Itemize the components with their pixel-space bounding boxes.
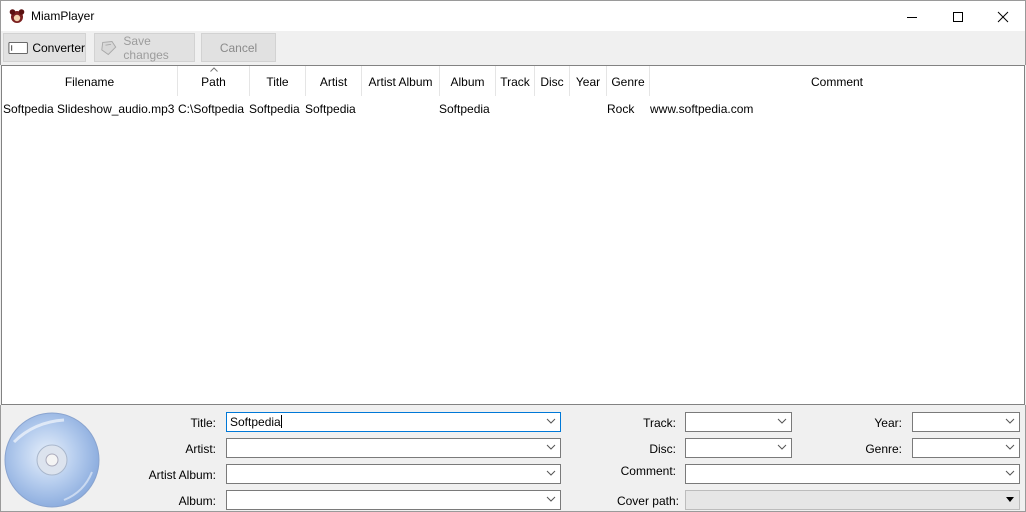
converter-button[interactable]: Converter	[3, 33, 86, 62]
album-label: Album:	[178, 494, 216, 508]
title-label: Title:	[190, 416, 216, 430]
album-combo[interactable]	[226, 490, 561, 510]
chevron-down-icon	[777, 418, 787, 424]
artist-album-label: Artist Album:	[148, 468, 216, 482]
window-title: MiamPlayer	[31, 9, 95, 23]
cell-filename: Softpedia Slideshow_audio.mp3	[3, 102, 175, 116]
genre-label: Genre:	[865, 442, 902, 456]
converter-icon	[8, 41, 28, 54]
maximize-button[interactable]	[935, 1, 981, 32]
cell-comment: www.softpedia.com	[650, 102, 754, 116]
chevron-down-icon	[546, 470, 556, 476]
maximize-icon	[953, 11, 963, 22]
column-header-title[interactable]: Title	[250, 66, 306, 96]
genre-combo[interactable]	[912, 438, 1020, 458]
column-header-artist-album[interactable]: Artist Album	[362, 66, 440, 96]
column-header-filename[interactable]: Filename	[2, 66, 178, 96]
tag-editor-panel: Title: Artist: Artist Album: Album: Soft…	[0, 405, 1026, 512]
column-header-artist[interactable]: Artist	[306, 66, 362, 96]
sort-ascending-icon	[209, 67, 218, 72]
column-header-year[interactable]: Year	[570, 66, 607, 96]
chevron-down-icon	[546, 418, 556, 424]
save-icon	[101, 40, 117, 55]
cell-path: C:\Softpedia	[178, 102, 245, 116]
cell-album: Softpedia	[439, 102, 490, 116]
cell-artist: Softpedia	[305, 102, 356, 116]
toolbar: Converter Save changes Cancel	[0, 31, 1026, 65]
chevron-down-icon	[777, 444, 787, 450]
title-bar: MiamPlayer	[0, 0, 1026, 31]
table-row[interactable]: Softpedia Slideshow_audio.mp3 C:\Softped…	[2, 100, 1024, 120]
app-logo-icon	[9, 9, 25, 23]
artist-combo[interactable]	[226, 438, 561, 458]
column-header-album[interactable]: Album	[440, 66, 496, 96]
save-changes-label: Save changes	[123, 33, 169, 62]
cover-path-combo[interactable]	[685, 490, 1020, 510]
minimize-button[interactable]	[889, 1, 935, 32]
disc-combo[interactable]	[685, 438, 792, 458]
chevron-down-icon	[546, 444, 556, 450]
cancel-button[interactable]: Cancel	[201, 33, 276, 62]
disc-label: Disc:	[649, 442, 676, 456]
artist-album-combo[interactable]	[226, 464, 561, 484]
save-changes-button[interactable]: Save changes	[94, 33, 195, 62]
text-caret	[280, 415, 282, 428]
dropdown-arrow-icon	[1006, 497, 1014, 502]
comment-combo[interactable]	[685, 464, 1020, 484]
track-table[interactable]: Filename Path Title Artist Artist Album …	[1, 65, 1025, 405]
year-label: Year:	[874, 416, 902, 430]
year-combo[interactable]	[912, 412, 1020, 432]
column-header-genre[interactable]: Genre	[607, 66, 650, 96]
column-header-disc[interactable]: Disc	[535, 66, 570, 96]
column-header-track[interactable]: Track	[496, 66, 535, 96]
chevron-down-icon	[1005, 470, 1015, 476]
column-header-comment[interactable]: Comment	[650, 66, 1024, 96]
chevron-down-icon	[1005, 418, 1015, 424]
column-header-path-label: Path	[201, 75, 226, 89]
title-combo[interactable]: Softpedia	[226, 412, 561, 432]
track-combo[interactable]	[685, 412, 792, 432]
cell-title: Softpedia	[249, 102, 300, 116]
cover-path-label: Cover path:	[616, 494, 679, 508]
comment-label: Comment:	[620, 464, 676, 478]
cell-genre: Rock	[607, 102, 635, 116]
table-header: Filename Path Title Artist Artist Album …	[2, 66, 1024, 96]
artist-label: Artist:	[185, 442, 216, 456]
cancel-label: Cancel	[219, 40, 258, 55]
cover-art-disc-icon[interactable]	[4, 412, 100, 508]
chevron-down-icon	[546, 496, 556, 502]
title-value: Softpedia	[230, 415, 281, 429]
converter-label: Converter	[32, 40, 85, 55]
minimize-icon	[907, 16, 917, 18]
close-button[interactable]	[980, 1, 1026, 32]
close-icon	[997, 11, 1009, 22]
chevron-down-icon	[1005, 444, 1015, 450]
column-header-path[interactable]: Path	[178, 66, 250, 96]
track-label: Track:	[643, 416, 676, 430]
